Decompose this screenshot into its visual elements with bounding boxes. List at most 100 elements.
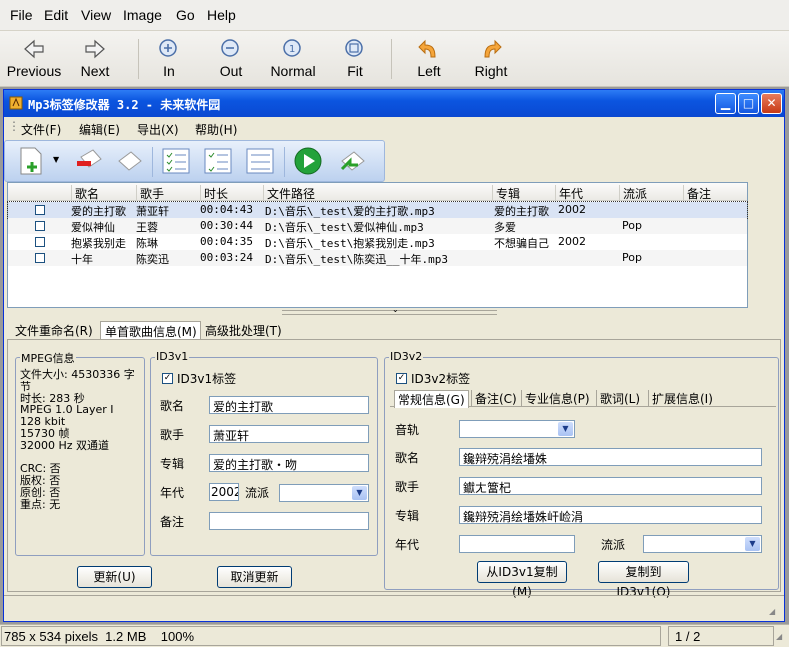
tab-single-song[interactable]: 单首歌曲信息(M): [100, 321, 202, 339]
id3v1-year-label: 年代: [160, 486, 185, 500]
mpeg-legend: MPEG信息: [20, 350, 76, 366]
table-row[interactable]: 抱紧我别走 陈琳 00:04:35 D:\音乐\_test\抱紧我别走.mp3 不想骗自…: [8, 234, 747, 250]
status-resize-grip[interactable]: ◢: [776, 632, 782, 641]
col-header-note[interactable]: 备注: [683, 185, 747, 201]
col-header-title[interactable]: 歌名: [71, 185, 135, 201]
update-button[interactable]: 更新(U): [77, 566, 152, 588]
zoom-in-button[interactable]: In: [152, 35, 186, 83]
remove-file-button[interactable]: [73, 145, 105, 177]
subtab-lyrics[interactable]: 歌词(L): [596, 390, 640, 407]
row-artist: 陈琳: [136, 237, 158, 250]
mpeg-info-line: 文件大小: 4530336 字: [20, 368, 135, 381]
id3v1-year-input[interactable]: 2002: [209, 483, 239, 501]
add-file-button[interactable]: [15, 145, 47, 177]
app-menu-export[interactable]: 导出(X): [137, 121, 179, 138]
invert-check-button[interactable]: [202, 145, 234, 177]
copy-to-id3v1-button[interactable]: 复制到ID3v1(O): [598, 561, 689, 599]
list-splitter[interactable]: ⌄: [7, 305, 748, 316]
zoom-normal-button[interactable]: 1 Normal: [266, 35, 320, 83]
id3v1-artist-input[interactable]: 萧亚轩: [209, 425, 369, 443]
id3v2-year-label: 年代: [395, 538, 420, 552]
row-checkbox[interactable]: [35, 253, 45, 263]
id3v1-genre-select[interactable]: ▼: [279, 484, 369, 502]
col-header-year[interactable]: 年代: [555, 185, 618, 201]
splitter-chevron-down-icon: ⌄: [392, 305, 399, 314]
viewer-statusbar: 785 x 534 pixels 1.2 MB 100% 1 / 2 ◢: [0, 624, 789, 647]
id3v1-album-input[interactable]: 爱的主打歌・吻: [209, 454, 369, 472]
id3v2-year-input[interactable]: [459, 535, 575, 553]
window-divider: [4, 595, 784, 596]
col-header-path[interactable]: 文件路径: [263, 185, 491, 201]
col-header-artist[interactable]: 歌手: [136, 185, 200, 201]
id3v1-group: ID3v1 ✓ ID3v1标签 歌名 爱的主打歌 歌手 萧亚轩 专辑 爱的主打歌…: [150, 350, 378, 556]
menu-image[interactable]: Image: [123, 7, 162, 23]
menu-file[interactable]: File: [10, 7, 33, 23]
play-button[interactable]: [292, 145, 324, 177]
zoom-out-icon: [221, 39, 239, 57]
id3v1-legend: ID3v1: [155, 350, 190, 363]
rotate-right-button[interactable]: Right: [472, 35, 510, 83]
copy-from-id3v1-button[interactable]: 从ID3v1复制(M): [477, 561, 567, 599]
app-menubar: ⋮ 文件(F) 编辑(E) 导出(X) 帮助(H): [4, 117, 784, 139]
id3v2-album-input[interactable]: 鑱辩殑涓绘墦姝屽崄涓: [459, 506, 762, 524]
row-checkbox[interactable]: [35, 237, 45, 247]
uncheck-all-button[interactable]: [244, 145, 276, 177]
tab-rename[interactable]: 文件重命名(R): [11, 321, 97, 339]
id3v2-title-input[interactable]: 鑱辩殑涓绘墦姝: [459, 448, 762, 466]
rotate-left-button[interactable]: Left: [410, 35, 448, 83]
menu-go[interactable]: Go: [176, 7, 195, 23]
table-row[interactable]: 爱的主打歌 萧亚轩 00:04:43 D:\音乐\_test\爱的主打歌.mp3 爱的主…: [7, 201, 748, 219]
check-all-button[interactable]: [160, 145, 192, 177]
table-row[interactable]: 爱似神仙 王蓉 00:30:44 D:\音乐\_test\爱似神仙.mp3 多爱 Pop: [8, 218, 747, 234]
id3v1-title-input[interactable]: 爱的主打歌: [209, 396, 369, 414]
app-logo-icon: [9, 96, 23, 110]
subtab-extended[interactable]: 扩展信息(I): [648, 390, 713, 407]
col-header-genre[interactable]: 流派: [619, 185, 682, 201]
arrow-left-icon: [24, 39, 44, 59]
row-artist: 萧亚轩: [136, 205, 169, 218]
app-menu-help[interactable]: 帮助(H): [195, 121, 237, 138]
resize-grip[interactable]: ◢: [769, 607, 781, 619]
export-button[interactable]: [336, 145, 368, 177]
mpeg-info-line: 32000 Hz 双通道: [20, 438, 110, 452]
row-duration: 00:30:44: [200, 219, 253, 232]
id3v1-comment-input[interactable]: [209, 512, 369, 530]
app-menu-edit[interactable]: 编辑(E): [79, 121, 120, 138]
clear-list-button[interactable]: [113, 145, 145, 177]
menu-edit[interactable]: Edit: [44, 7, 68, 23]
menu-help[interactable]: Help: [207, 7, 236, 23]
row-checkbox[interactable]: [35, 221, 45, 231]
maximize-button[interactable]: □: [738, 93, 759, 114]
row-album: 不想骗自己: [494, 237, 549, 250]
id3v2-track-select[interactable]: ▼: [459, 420, 575, 438]
row-checkbox[interactable]: [35, 205, 45, 215]
minimize-button[interactable]: ▁: [715, 93, 736, 114]
id3v2-artist-input[interactable]: 钀ㄤ簹杞: [459, 477, 762, 495]
add-dropdown-icon[interactable]: ▼: [53, 155, 59, 164]
toolbar-separator: [138, 39, 139, 79]
id3v2-checkbox[interactable]: ✓: [396, 373, 407, 384]
id3v2-genre-select[interactable]: ▼: [643, 535, 762, 553]
next-button[interactable]: Next: [75, 35, 115, 83]
close-button[interactable]: ✕: [761, 93, 782, 114]
cancel-update-button[interactable]: 取消更新: [217, 566, 292, 588]
subtab-comment[interactable]: 备注(C): [471, 390, 517, 407]
col-header-album[interactable]: 专辑: [492, 185, 554, 201]
id3v1-checkbox[interactable]: ✓: [162, 373, 173, 384]
rotate-right-icon: [484, 39, 502, 58]
subtab-general[interactable]: 常规信息(G): [394, 390, 469, 408]
zoom-fit-button[interactable]: Fit: [338, 35, 372, 83]
row-title: 爱的主打歌: [71, 205, 126, 218]
mpeg-info-group: MPEG信息 文件大小: 4530336 字节时长: 283 秒 MPEG 1.0…: [15, 350, 145, 556]
previous-button[interactable]: Previous: [6, 35, 62, 83]
col-header-duration[interactable]: 时长: [200, 185, 263, 201]
chevron-down-icon: ▼: [745, 537, 760, 551]
tab-batch[interactable]: 高级批处理(T): [200, 321, 286, 339]
subtab-professional[interactable]: 专业信息(P): [521, 390, 590, 407]
id3v2-check-label: ID3v2标签: [411, 372, 471, 386]
id3v2-album-label: 专辑: [395, 509, 420, 523]
app-menu-file[interactable]: 文件(F): [21, 121, 61, 138]
table-row[interactable]: 十年 陈奕迅 00:03:24 D:\音乐\_test\陈奕迅__十年.mp3 Pop: [8, 250, 747, 266]
menu-view[interactable]: View: [81, 7, 111, 23]
zoom-out-button[interactable]: Out: [214, 35, 248, 83]
